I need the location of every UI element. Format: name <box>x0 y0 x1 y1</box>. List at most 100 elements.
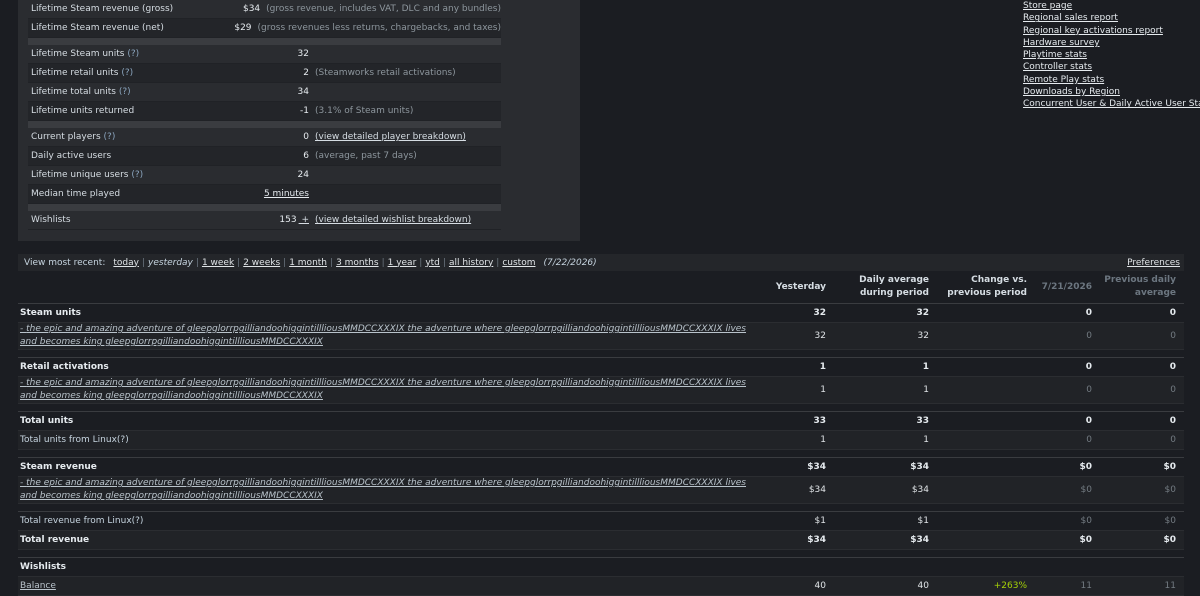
cell-value: 40 <box>917 581 929 591</box>
summary-row: Lifetime retail units (?) 2 (Steamworks re… <box>28 64 501 83</box>
cell-value: 32 <box>814 331 826 341</box>
cell-value: 32 <box>916 308 929 318</box>
table-row: Retail activations 1 1 0 0 <box>18 358 1184 377</box>
summary-label: Lifetime Steam revenue (net) <box>31 23 164 33</box>
summary-label: Lifetime unique users (?) <box>31 170 144 180</box>
summary-row: Lifetime total units (?) 34 <box>28 83 501 102</box>
cell-value: 0 <box>1169 416 1176 426</box>
range-option: yesterday <box>148 257 193 268</box>
report-link[interactable]: Remote Play stats <box>1023 74 1200 86</box>
range-label: View most recent: <box>24 257 106 268</box>
cell-value: $0 <box>1080 516 1092 526</box>
summary-note: (gross revenue, includes VAT, DLC and an… <box>266 4 501 14</box>
cell-value: $1 <box>917 516 929 526</box>
range-option[interactable]: today <box>111 258 141 268</box>
product-link[interactable]: - the epic and amazing adventure of glee… <box>18 323 748 349</box>
summary-note: (Steamworks retail activations) <box>315 68 456 78</box>
report-link[interactable]: Controller stats <box>1023 61 1200 73</box>
product-link[interactable]: - the epic and amazing adventure of glee… <box>18 477 748 503</box>
report-link[interactable]: Regional key activations report <box>1023 25 1200 37</box>
range-option[interactable]: custom <box>500 258 537 268</box>
row-label: Wishlists <box>20 561 66 572</box>
summary-value: 2 <box>303 68 309 78</box>
period-data-table: Yesterday Daily average during period Chan… <box>18 271 1184 596</box>
report-link[interactable]: Store page <box>1023 0 1200 12</box>
summary-value: 24 <box>297 170 309 180</box>
column-header: Daily average during period <box>859 275 929 298</box>
range-option[interactable]: 2 weeks <box>241 258 282 268</box>
report-link[interactable]: Playtime stats <box>1023 49 1200 61</box>
header-spacer <box>18 271 748 303</box>
range-option[interactable]: all history <box>447 258 495 268</box>
summary-label: Lifetime units returned <box>31 106 135 116</box>
row-divider <box>18 350 1184 358</box>
summary-row: Wishlists 153 + (view detailed wishlist br… <box>28 211 501 230</box>
summary-row: Current players (?) 0 (view detailed playe… <box>28 128 501 147</box>
cell-value: $0 <box>1163 462 1176 472</box>
cell-value: 0 <box>1169 308 1176 318</box>
summary-value: 153 + <box>279 215 309 225</box>
table-row: - the epic and amazing adventure of glee… <box>18 477 1184 504</box>
range-option[interactable]: ytd <box>423 258 442 268</box>
table-row: Balance 40 40 +263% 11 11 <box>18 577 1184 596</box>
summary-label: Wishlists <box>31 215 71 225</box>
cell-value: 0 <box>1085 416 1092 426</box>
cell-value: 0 <box>1085 308 1092 318</box>
summary-row: Lifetime unique users (?) 24 <box>28 166 501 185</box>
cell-value: 33 <box>916 416 929 426</box>
row-label: Total units <box>20 415 74 426</box>
help-tooltip-link[interactable]: (?) <box>104 132 116 142</box>
balance-link[interactable]: Balance <box>18 580 748 593</box>
summary-note: (average, past 7 days) <box>315 151 417 161</box>
row-divider <box>18 404 1184 412</box>
preferences-link[interactable]: Preferences <box>1127 258 1180 268</box>
summary-label: Lifetime retail units (?) <box>31 68 134 78</box>
summary-note: (3.1% of Steam units) <box>315 106 414 116</box>
breakdown-link[interactable]: (view detailed wishlist breakdown) <box>309 215 471 225</box>
summary-value[interactable]: 5 minutes <box>256 189 309 199</box>
summary-value: 32 <box>297 49 309 59</box>
row-label: Total revenue from Linux(?) <box>20 515 144 526</box>
row-divider <box>18 450 1184 458</box>
cell-value: 0 <box>1169 362 1176 372</box>
summary-label: Lifetime total units (?) <box>31 87 131 97</box>
cell-value: 1 <box>820 435 826 445</box>
report-link[interactable]: Downloads by Region <box>1023 86 1200 98</box>
range-option[interactable]: 1 month <box>287 258 329 268</box>
range-option[interactable]: 1 year <box>386 258 419 268</box>
summary-label: Current players (?) <box>31 132 116 142</box>
breakdown-link[interactable]: (view detailed player breakdown) <box>309 132 466 142</box>
row-label: Total revenue <box>20 534 90 545</box>
help-tooltip-link[interactable]: (?) <box>121 68 133 78</box>
range-option[interactable]: 1 week <box>200 258 236 268</box>
summary-value: -1 <box>300 106 309 116</box>
summary-value: $34 <box>242 4 261 14</box>
summary-row: Lifetime Steam units (?) 32 <box>28 45 501 64</box>
help-tooltip-link[interactable]: (?) <box>127 49 139 59</box>
help-tooltip-link[interactable]: (?) <box>131 170 143 180</box>
range-date: (7/22/2026) <box>543 257 597 268</box>
product-link[interactable]: - the epic and amazing adventure of glee… <box>18 377 748 403</box>
report-link[interactable]: Concurrent User & Daily Active User Stat… <box>1023 98 1200 110</box>
row-divider <box>18 504 1184 512</box>
plus-icon[interactable]: + <box>299 215 309 225</box>
help-tooltip-link[interactable]: (?) <box>119 87 131 97</box>
cell-value: 0 <box>1086 331 1092 341</box>
report-link[interactable]: Hardware survey <box>1023 37 1200 49</box>
cell-value: 11 <box>1080 581 1092 591</box>
row-label: Steam units <box>20 307 82 318</box>
range-option[interactable]: 3 months <box>334 258 381 268</box>
cell-value: 1 <box>922 362 929 372</box>
report-link[interactable]: Regional sales report <box>1023 12 1200 24</box>
cell-value: 32 <box>917 331 929 341</box>
column-header: Yesterday <box>775 281 826 292</box>
row-label: Total units from Linux(?) <box>20 434 129 445</box>
cell-value: $0 <box>1164 516 1176 526</box>
summary-row: Daily active users 6 (average, past 7 days… <box>28 147 501 166</box>
table-row: Steam units 32 32 0 0 <box>18 304 1184 323</box>
section-divider <box>28 121 501 128</box>
summary-panel: Lifetime Steam revenue (gross) $34 (gross … <box>18 0 580 241</box>
summary-value: 0 <box>303 132 309 142</box>
cell-value: 0 <box>1085 362 1092 372</box>
cell-value: 0 <box>1086 385 1092 395</box>
